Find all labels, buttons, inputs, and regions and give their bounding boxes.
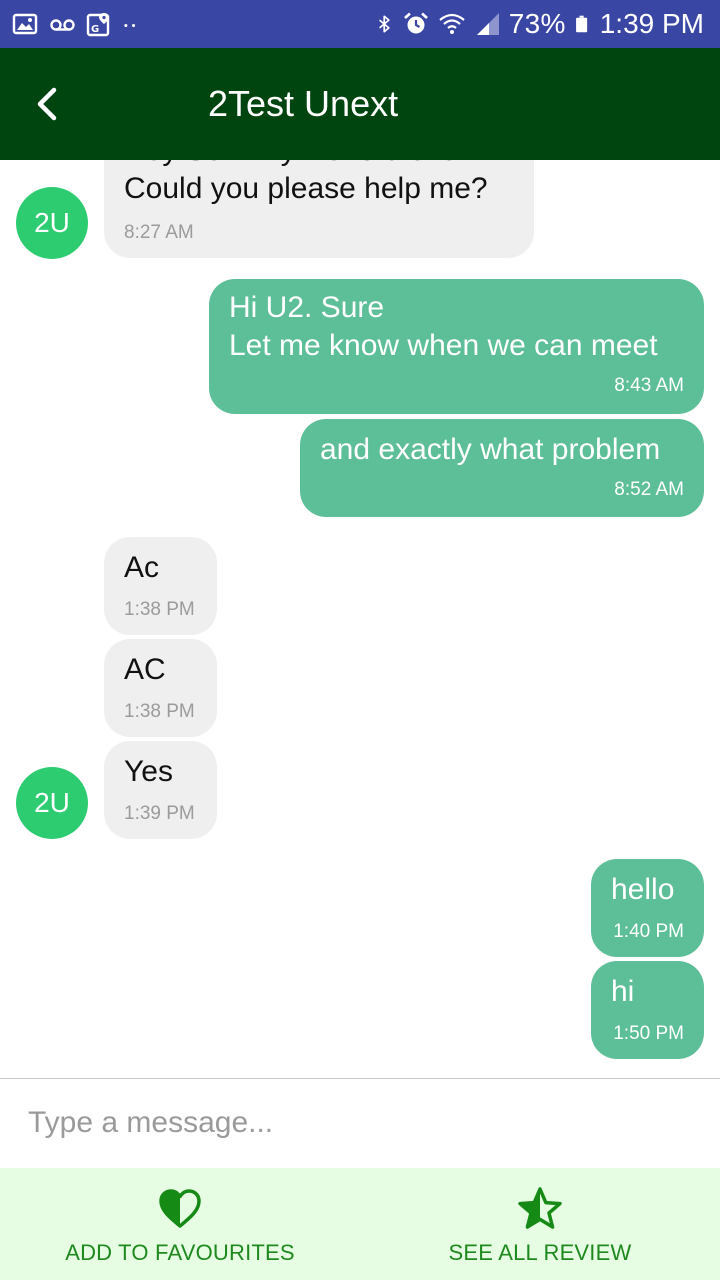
message-time: 1:40 PM [613, 921, 684, 942]
see-all-review-button[interactable]: SEE ALL REVIEW [360, 1168, 720, 1280]
svg-text:G: G [91, 24, 99, 35]
message-text: AC [124, 653, 166, 686]
add-to-favourites-label: ADD TO FAVOURITES [65, 1240, 295, 1265]
message-time: 8:52 AM [614, 479, 684, 500]
message-text: Yes [124, 755, 173, 788]
status-bar-left: G [12, 10, 142, 38]
message-bubble-incoming[interactable]: Yes 1:39 PM [104, 741, 217, 839]
add-to-favourites-button[interactable]: ADD TO FAVOURITES [0, 1168, 360, 1280]
message-time: 1:39 PM [124, 803, 195, 824]
message-bubble-incoming[interactable]: AC 1:38 PM [104, 639, 217, 737]
status-bar-right: 73% 1:39 PM [375, 6, 704, 42]
alarm-icon [403, 12, 428, 34]
message-text: hello [611, 873, 675, 906]
message-bubble-outgoing[interactable]: hi 1:50 PM [591, 961, 704, 1059]
avatar[interactable]: 2U [16, 187, 88, 259]
star-icon [518, 1187, 562, 1229]
page-title: 2Test Unext [208, 83, 399, 124]
message-time: 8:27 AM [124, 222, 194, 243]
chat-thread[interactable]: Hey Son. My AC is broken. Could you plea… [0, 160, 720, 1078]
signal-icon [476, 13, 499, 35]
heart-icon [159, 1189, 201, 1228]
message-bubble-outgoing[interactable]: hello 1:40 PM [591, 859, 704, 957]
wifi-icon [439, 13, 465, 34]
message-text: hi [611, 975, 635, 1008]
status-time: 1:39 PM [599, 8, 704, 39]
message-text: Hey Son. My AC is broken. Could you plea… [124, 160, 488, 205]
battery-percent: 73% [508, 8, 566, 39]
more-dots-icon [124, 24, 136, 28]
bottom-action-bar: ADD TO FAVOURITES SEE ALL REVIEW [0, 1168, 720, 1280]
bluetooth-icon [378, 15, 390, 33]
app-bar: 2Test Unext [0, 48, 720, 160]
chevron-left-icon[interactable] [28, 84, 68, 124]
status-bar: G 73% 1:39 PM [0, 0, 720, 48]
message-bubble-outgoing[interactable]: and exactly what problem 8:52 AM [300, 419, 704, 517]
voicemail-icon [50, 19, 75, 31]
message-time: 8:43 AM [614, 375, 684, 396]
message-input[interactable] [28, 1101, 688, 1145]
message-time: 1:50 PM [613, 1023, 684, 1044]
message-time: 1:38 PM [124, 599, 195, 620]
battery-icon [575, 15, 587, 33]
message-text: and exactly what problem [320, 433, 661, 466]
message-bubble-incoming[interactable]: Ac 1:38 PM [104, 537, 217, 635]
message-bubble-outgoing[interactable]: Hi U2. Sure Let me know when we can meet… [209, 279, 704, 414]
see-all-review-label: SEE ALL REVIEW [448, 1240, 632, 1265]
avatar[interactable]: 2U [16, 767, 88, 839]
message-composer [0, 1079, 720, 1168]
message-text: Ac [124, 551, 160, 584]
message-time: 1:38 PM [124, 701, 195, 722]
maps-icon: G [86, 13, 110, 37]
image-icon [12, 13, 38, 35]
message-bubble-incoming[interactable]: Hey Son. My AC is broken. Could you plea… [104, 160, 534, 258]
message-text: Hi U2. Sure Let me know when we can meet [229, 291, 658, 362]
